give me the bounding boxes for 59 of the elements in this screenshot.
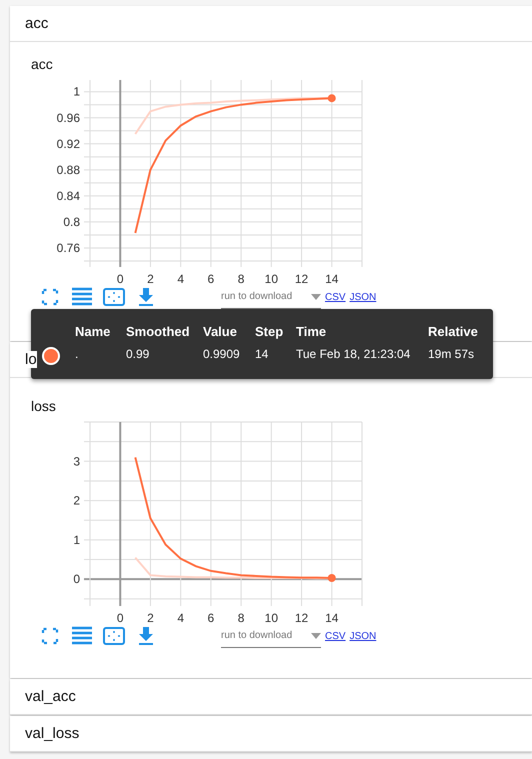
lines-icon[interactable]: [71, 286, 93, 308]
x-tick-label: 8: [238, 611, 244, 625]
column-header: Step: [255, 324, 284, 338]
column-header: Name: [75, 324, 112, 338]
x-tick-label: 2: [147, 611, 154, 625]
x-tick-label: 4: [177, 272, 184, 286]
x-tick-label: 0: [116, 272, 124, 286]
caret-icon[interactable]: [311, 632, 321, 638]
y-tick-label: 0.76: [56, 240, 80, 255]
section-header[interactable]: lo: [25, 351, 37, 368]
column-header: Smoothed: [126, 324, 191, 338]
fullscreen-icon[interactable]: [39, 286, 61, 308]
y-tick-label: 1: [73, 532, 80, 547]
y-tick-label: 0.84: [56, 188, 80, 203]
x-tick-label: 6: [208, 272, 214, 286]
y-tick-label: 0: [73, 572, 80, 586]
end-point-marker: [328, 574, 336, 582]
x-tick-label: 8: [238, 272, 244, 286]
y-tick-label: 0.92: [56, 136, 80, 151]
download-link[interactable]: JSON: [350, 630, 376, 642]
y-tick-label: 0.96: [56, 110, 80, 125]
y-tick-label: 3: [73, 454, 80, 468]
download-link[interactable]: CSV: [325, 630, 346, 642]
tooltip-cell-text: 0.99: [126, 346, 150, 362]
section-header[interactable]: val_loss: [25, 725, 80, 742]
section-header[interactable]: val_acc: [25, 688, 76, 705]
y-tick-label: 0.8: [63, 214, 80, 229]
caret-icon[interactable]: [311, 294, 321, 300]
column-header: Relative: [428, 324, 479, 338]
run-dropdown[interactable]: run to download: [221, 624, 321, 648]
x-tick-label: 14: [325, 611, 338, 625]
x-tick-label: 10: [264, 272, 278, 286]
x-tick-label: 4: [177, 611, 184, 625]
x-tick-label: 0: [116, 611, 124, 625]
y-tick-label: 2: [73, 494, 80, 508]
tooltip-cell-text: 0.9909: [203, 346, 241, 362]
tooltip-cell-text: 14: [255, 346, 270, 362]
end-point-marker: [328, 94, 336, 102]
tooltip-cell-text: Tue Feb 18, 21:23:04: [296, 346, 412, 362]
column-header: Value: [203, 324, 238, 338]
y-tick-label: 0.88: [56, 162, 80, 177]
x-tick-label: 12: [294, 272, 308, 286]
x-tick-label: 2: [147, 272, 154, 286]
tooltip-cell-text: .: [75, 346, 80, 362]
download-link[interactable]: JSON: [350, 292, 376, 302]
download-link[interactable]: CSV: [325, 292, 346, 302]
fit-icon[interactable]: [103, 286, 125, 308]
fullscreen-icon[interactable]: [39, 625, 61, 647]
chart-title: acc: [31, 56, 54, 72]
x-tick-label: 10: [264, 611, 278, 625]
lines-icon[interactable]: [71, 625, 93, 647]
x-tick-label: 12: [294, 611, 308, 625]
chart-title: loss: [31, 398, 57, 414]
column-header: Time: [296, 324, 328, 338]
fit-icon[interactable]: [103, 625, 125, 647]
y-tick-label: 1: [73, 84, 80, 99]
x-tick-label: 6: [208, 611, 214, 625]
tooltip-cell-text: 19m 57s: [428, 346, 476, 362]
x-tick-label: 14: [325, 272, 338, 286]
